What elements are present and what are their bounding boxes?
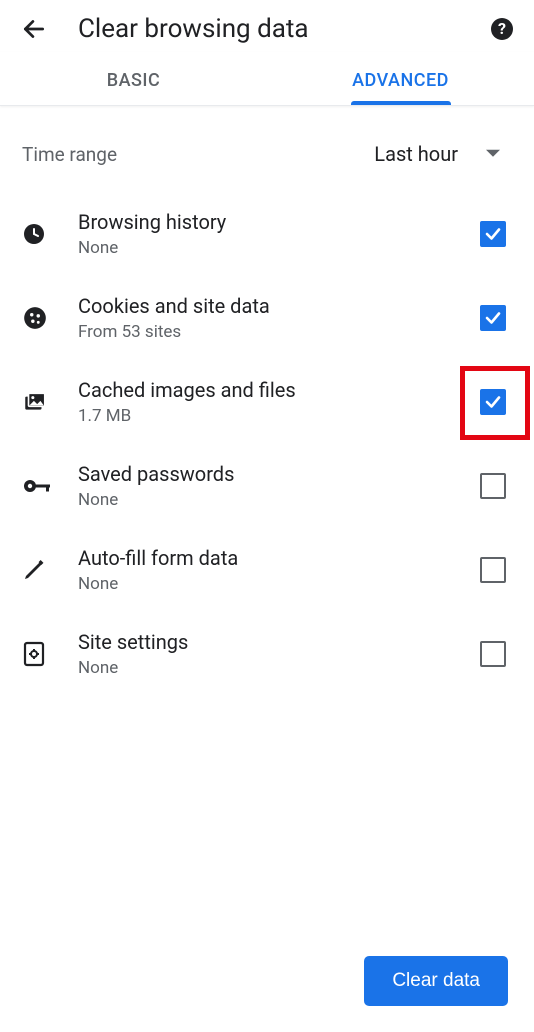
time-range-row[interactable]: Time range Last hour: [0, 116, 534, 192]
checkbox-cookies[interactable]: [480, 305, 506, 331]
item-title: Site settings: [78, 630, 470, 654]
settings-card-icon: [22, 640, 62, 668]
check-icon: [484, 225, 502, 243]
checkbox-browsing-history[interactable]: [480, 221, 506, 247]
checkbox-site-settings[interactable]: [480, 641, 506, 667]
time-range-value: Last hour: [374, 142, 458, 166]
item-title: Auto-fill form data: [78, 546, 470, 570]
check-icon: [484, 309, 502, 327]
check-icon: [484, 393, 502, 411]
time-range-label: Time range: [22, 143, 374, 166]
item-autofill[interactable]: Auto-fill form data None: [0, 528, 534, 612]
tab-underline: [351, 101, 451, 105]
item-subtitle: None: [78, 238, 470, 258]
item-cache[interactable]: Cached images and files 1.7 MB: [0, 360, 534, 444]
item-title: Saved passwords: [78, 462, 470, 486]
checkbox-passwords[interactable]: [480, 473, 506, 499]
image-stack-icon: [22, 389, 62, 415]
cookie-icon: [22, 305, 62, 331]
back-button[interactable]: [20, 15, 48, 43]
clear-data-button[interactable]: Clear data: [364, 956, 508, 1006]
item-title: Browsing history: [78, 210, 470, 234]
item-subtitle: None: [78, 658, 470, 678]
pencil-icon: [22, 558, 62, 582]
help-button[interactable]: ?: [490, 17, 514, 41]
item-title: Cookies and site data: [78, 294, 470, 318]
help-icon: ?: [490, 17, 514, 41]
clock-icon: [22, 222, 62, 246]
item-browsing-history[interactable]: Browsing history None: [0, 192, 534, 276]
item-subtitle: None: [78, 574, 470, 594]
chevron-down-icon: [486, 147, 500, 161]
item-subtitle: From 53 sites: [78, 322, 470, 342]
item-cookies[interactable]: Cookies and site data From 53 sites: [0, 276, 534, 360]
tab-advanced-label: ADVANCED: [352, 70, 449, 91]
svg-text:?: ?: [498, 19, 506, 38]
item-subtitle: None: [78, 490, 470, 510]
tab-advanced[interactable]: ADVANCED: [267, 52, 534, 105]
checkbox-autofill[interactable]: [480, 557, 506, 583]
item-passwords[interactable]: Saved passwords None: [0, 444, 534, 528]
page-title: Clear browsing data: [78, 14, 490, 44]
item-site-settings[interactable]: Site settings None: [0, 612, 534, 696]
arrow-left-icon: [21, 16, 47, 42]
checkbox-cache[interactable]: [480, 389, 506, 415]
item-title: Cached images and files: [78, 378, 470, 402]
item-subtitle: 1.7 MB: [78, 406, 470, 426]
key-icon: [22, 476, 62, 496]
tab-basic-label: BASIC: [107, 70, 161, 91]
tab-basic[interactable]: BASIC: [0, 52, 267, 105]
